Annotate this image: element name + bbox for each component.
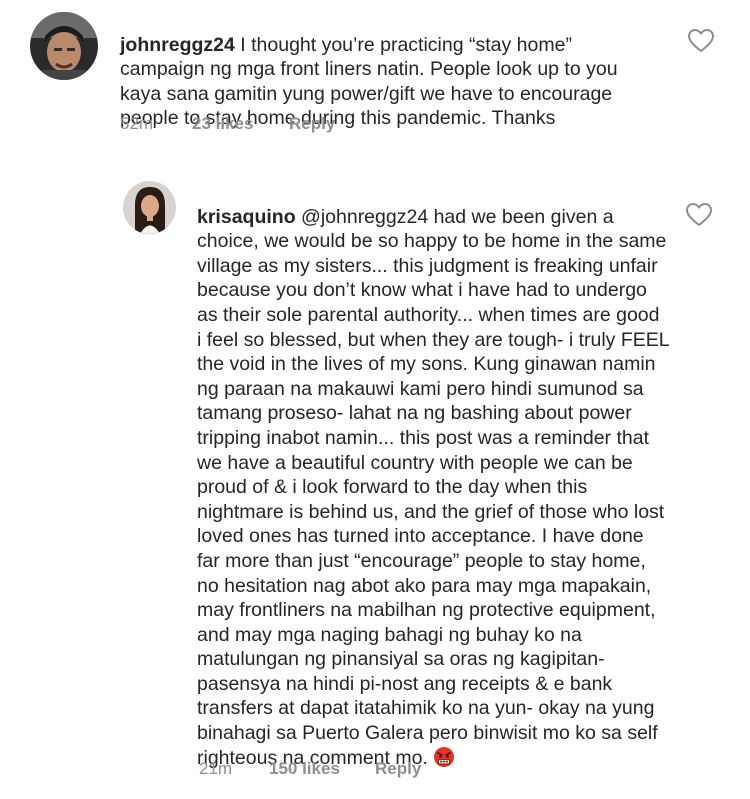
comment-body: krisaquino @johnreggz24 had we been give…	[197, 180, 669, 770]
avatar-krisaquino[interactable]	[123, 181, 176, 234]
comment-body: johnreggz24 I thought you’re practicing …	[120, 8, 640, 131]
comment-text: had we been given a choice, we would be …	[197, 205, 669, 769]
comment-mention[interactable]: @johnreggz24	[296, 206, 428, 228]
heart-icon[interactable]	[688, 29, 714, 53]
comment-likes[interactable]: 23 likes	[192, 114, 253, 134]
reply-button[interactable]: Reply	[289, 114, 335, 134]
comment-username[interactable]: johnreggz24	[120, 34, 235, 56]
comment-username[interactable]: krisaquino	[197, 206, 296, 228]
comment-meta: 21m 150 likes Reply	[199, 759, 499, 781]
comment-time: 52m	[120, 114, 154, 133]
comment-time: 21m	[199, 759, 233, 778]
reply-button[interactable]: Reply	[375, 759, 421, 779]
avatar-johnreggz24[interactable]	[30, 12, 98, 80]
comment-likes[interactable]: 150 likes	[269, 759, 340, 779]
comment-meta: 52m 23 likes Reply	[120, 114, 420, 136]
heart-icon[interactable]	[686, 203, 712, 227]
